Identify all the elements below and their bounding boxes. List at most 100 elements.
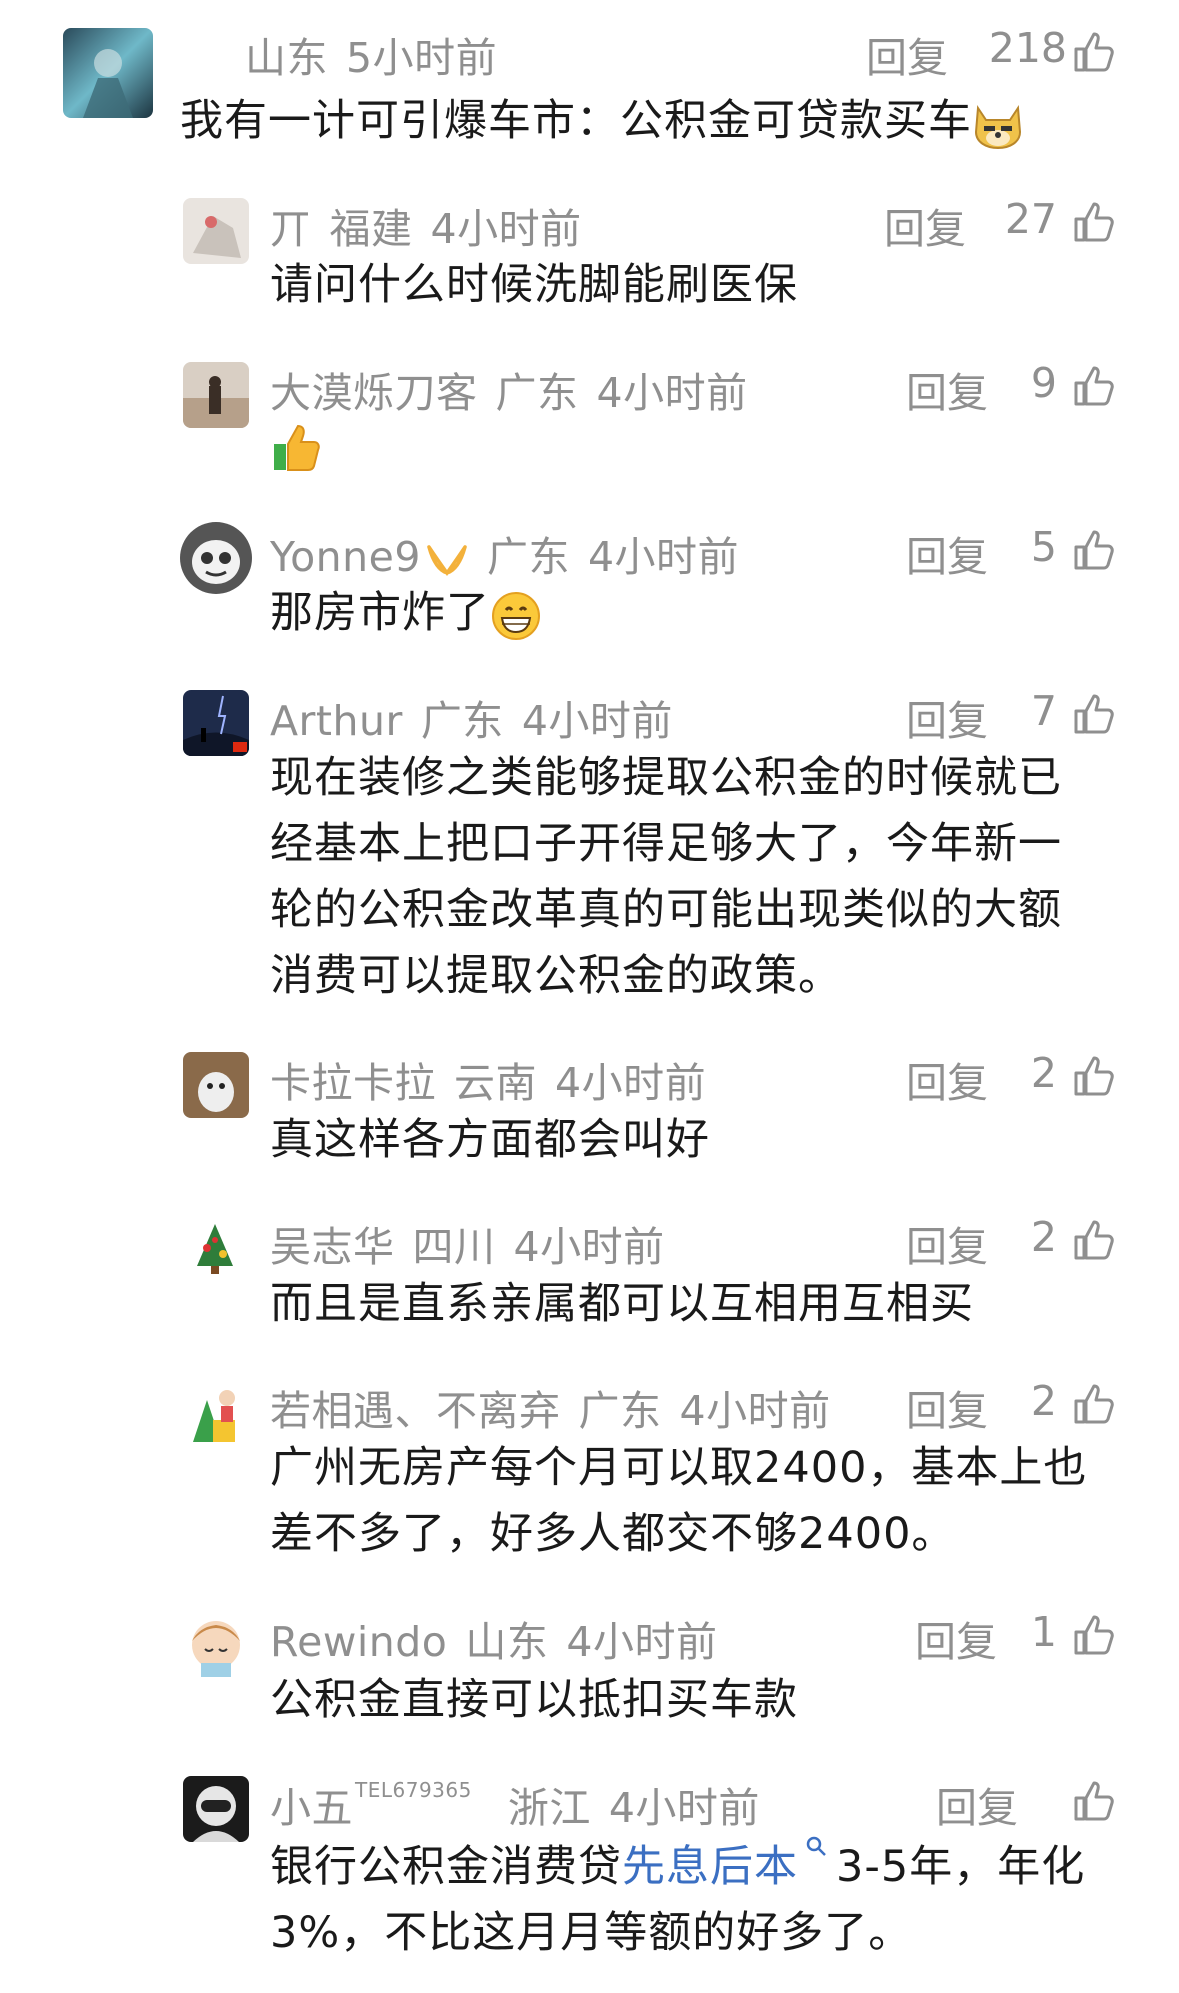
comment-text: 那房市炸了 [270, 580, 542, 646]
comment-line-suffix: 3-5年，年化 [836, 1842, 1086, 1892]
comment-text: 公积金直接可以抵扣买车款 [270, 1675, 798, 1725]
like-count: 2 [1030, 1049, 1057, 1097]
comment-time: 4小时前 [430, 205, 582, 253]
avatar[interactable] [183, 198, 249, 264]
comment-line: 轮的公积金改革真的可能出现类似的大额 [270, 885, 1062, 935]
like-count: 2 [1030, 1377, 1057, 1425]
comment-line-prefix: 银行公积金消费贷 [270, 1842, 622, 1892]
comment-author[interactable]: 卡拉卡拉 [270, 1059, 436, 1107]
like-count: 1 [1030, 1608, 1057, 1656]
reply-button[interactable]: 回复 [906, 1049, 988, 1109]
comment-time: 4小时前 [596, 369, 748, 417]
comment-meta: 丌福建 4小时前 [270, 195, 600, 255]
doge-emoji-icon [974, 104, 1022, 149]
comment-region: 山东 [465, 1618, 549, 1666]
reply-button[interactable]: 回复 [936, 1774, 1018, 1834]
thumbs-up-icon[interactable] [1072, 200, 1116, 244]
avatar[interactable] [180, 522, 252, 594]
comment-line: 我有一计可引爆车市：公积金可贷款买车 [180, 96, 972, 146]
avatar[interactable] [183, 690, 249, 756]
thumbs-up-icon[interactable] [1072, 1779, 1116, 1823]
comment-time: 4小时前 [566, 1618, 718, 1666]
like-count: 2 [1030, 1213, 1057, 1261]
grin-emoji-icon [492, 591, 540, 640]
comment-meta: 卡拉卡拉 云南 4小时前 [270, 1049, 724, 1109]
like-count: 27 [1004, 195, 1057, 243]
comment-author[interactable]: 大漠烁刀客 [270, 369, 478, 417]
comment-meta: Arthur 广东 4小时前 [270, 687, 691, 747]
thumbs-up-icon[interactable] [1072, 1382, 1116, 1426]
like-count: 7 [1030, 687, 1057, 735]
comment-line: 那房市炸了 [270, 588, 490, 638]
comment-text: 银行公积金消费贷先息后本 3-5年，年化 3%，不比这月月等额的好多了。 [270, 1834, 1085, 1966]
reply-button[interactable]: 回复 [906, 1377, 988, 1437]
reply-button[interactable]: 回复 [906, 523, 988, 583]
comment-author[interactable]: Arthur [270, 697, 403, 745]
comment-line: 消费可以提取公积金的政策。 [270, 951, 842, 1001]
search-topic-link[interactable]: 先息后本 [622, 1842, 798, 1892]
reply-button[interactable]: 回复 [906, 1213, 988, 1273]
comment-text: 而且是直系亲属都可以互相用互相买 [270, 1279, 974, 1329]
comment-meta: Rewindo 山东 4小时前 [270, 1608, 735, 1668]
comment-time: 4小时前 [608, 1784, 760, 1832]
avatar[interactable] [183, 1776, 249, 1842]
comment-author[interactable]: 小五 [270, 1784, 353, 1832]
avatar[interactable] [183, 1380, 249, 1446]
comment-region: 云南 [454, 1059, 537, 1107]
avatar[interactable] [183, 362, 249, 428]
comment-line: 差不多了，好多人都交不够2400。 [270, 1509, 956, 1559]
comment-meta: 山东 5小时前 [245, 24, 515, 84]
comment-region: 福建 [329, 205, 413, 253]
comment-time: 4小时前 [521, 697, 673, 745]
reply-button[interactable]: 回复 [884, 195, 966, 255]
comment-region: 广东 [495, 369, 579, 417]
thumbs-up-icon[interactable] [1072, 364, 1116, 408]
reply-button[interactable]: 回复 [906, 687, 988, 747]
comment-line: 现在装修之类能够提取公积金的时候就已 [270, 753, 1062, 803]
reply-button[interactable]: 回复 [915, 1608, 997, 1668]
avatar[interactable] [183, 1611, 249, 1677]
comment-author[interactable]: Yonne9 [270, 533, 421, 581]
thumbs-up-icon[interactable] [1072, 528, 1116, 572]
comment-time: 4小时前 [679, 1387, 831, 1435]
like-count: 9 [1030, 359, 1057, 407]
comment-author[interactable]: Rewindo [270, 1618, 447, 1666]
comment-time: 5小时前 [346, 34, 498, 82]
comment-region: 广东 [486, 533, 570, 581]
like-count: 218 [988, 24, 1067, 72]
comment-region: 广东 [420, 697, 504, 745]
comment-line: 广州无房产每个月可以取2400，基本上也 [270, 1443, 1088, 1493]
comment-meta: 大漠烁刀客 广东 4小时前 [270, 359, 766, 419]
comment-meta: 吴志华 四川 4小时前 [270, 1213, 683, 1273]
comment-meta: 小五 TEL679365 浙江 4小时前 [270, 1774, 778, 1834]
comment-time: 4小时前 [587, 533, 740, 581]
comment-author-tag: TEL679365 [355, 1778, 472, 1802]
comment-text: 我有一计可引爆车市：公积金可贷款买车 [180, 88, 1024, 154]
comment-region: 广东 [578, 1387, 662, 1435]
comment-author[interactable]: 若相遇、不离弃 [270, 1387, 561, 1435]
comment-text: 真这样各方面都会叫好 [270, 1115, 710, 1165]
comment-text: 请问什么时候洗脚能刷医保 [270, 260, 798, 310]
thumbs-up-icon[interactable] [1072, 1613, 1116, 1657]
comment-line: 3%，不比这月月等额的好多了。 [270, 1908, 913, 1958]
comment-meta: Yonne9 广东 4小时前 [270, 523, 757, 583]
comment-author[interactable]: 丌 [270, 205, 312, 253]
comment-line: 经基本上把口子开得足够大了，今年新一 [270, 819, 1062, 869]
vip-badge-icon [427, 545, 467, 577]
avatar[interactable] [63, 28, 153, 118]
comment-text: 现在装修之类能够提取公积金的时候就已 经基本上把口子开得足够大了，今年新一 轮的… [270, 745, 1062, 1009]
reply-button[interactable]: 回复 [906, 359, 988, 419]
avatar[interactable] [183, 1052, 249, 1118]
thumbs-up-icon[interactable] [1072, 1218, 1116, 1262]
thumbs-up-icon[interactable] [1072, 1054, 1116, 1098]
comment-region: 山东 [245, 34, 328, 82]
reply-button[interactable]: 回复 [866, 24, 948, 84]
thumbs-up-icon[interactable] [1072, 30, 1116, 74]
comment-meta: 若相遇、不离弃 广东 4小时前 [270, 1377, 849, 1437]
comment-author[interactable]: 吴志华 [270, 1223, 395, 1271]
avatar[interactable] [185, 1218, 245, 1278]
thumbs-up-icon[interactable] [1072, 692, 1116, 736]
comment-region: 四川 [412, 1223, 496, 1271]
search-icon[interactable] [804, 1834, 828, 1858]
thumbs-up-emoji-icon [274, 424, 320, 471]
